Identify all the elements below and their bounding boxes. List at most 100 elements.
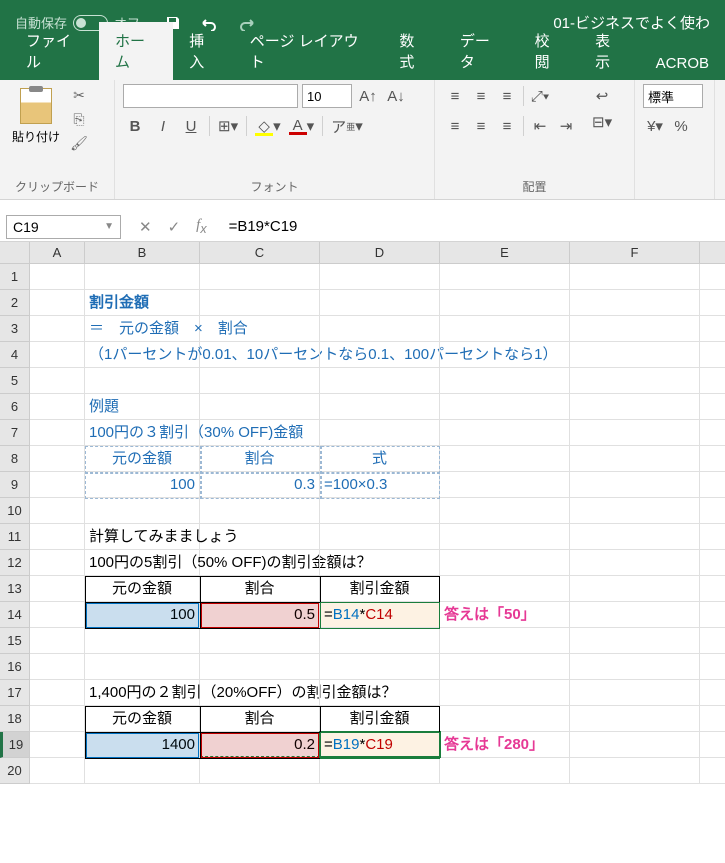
align-center-icon[interactable]: ≡ [469, 114, 493, 138]
row-header[interactable]: 8 [0, 446, 29, 472]
row-header[interactable]: 7 [0, 420, 29, 446]
align-middle-icon[interactable]: ≡ [469, 84, 493, 108]
row-header[interactable]: 3 [0, 316, 29, 342]
row-header[interactable]: 6 [0, 394, 29, 420]
cell-C9[interactable]: 0.3 [200, 472, 320, 497]
tab-formulas[interactable]: 数式 [383, 22, 444, 80]
enter-icon[interactable]: ✓ [168, 218, 181, 236]
underline-button[interactable]: U [179, 114, 203, 138]
name-box-input[interactable] [13, 219, 83, 235]
row-header[interactable]: 5 [0, 368, 29, 394]
row-header[interactable]: 14 [0, 602, 29, 628]
tab-page-layout[interactable]: ページ レイアウト [234, 22, 384, 80]
cell-B4[interactable]: （1パーセントが0.01、10パーセントなら0.1、100パーセントなら1） [85, 342, 200, 367]
percent-icon[interactable]: % [669, 114, 693, 138]
decrease-font-icon[interactable]: A↓ [384, 84, 408, 108]
merge-cells-icon[interactable]: ⊟▾ [590, 110, 614, 134]
row-header[interactable]: 1 [0, 264, 29, 290]
currency-icon[interactable]: ¥▾ [643, 114, 667, 138]
row-header[interactable]: 10 [0, 498, 29, 524]
row-header[interactable]: 9 [0, 472, 29, 498]
copy-icon[interactable]: ⎘ [68, 108, 90, 130]
fx-icon[interactable]: fx [196, 217, 206, 236]
row-header[interactable]: 20 [0, 758, 29, 784]
cell-C19[interactable]: 0.2 [200, 732, 320, 757]
cell-D13[interactable]: 割引金額 [320, 576, 440, 601]
cell-B6[interactable]: 例題 [85, 394, 200, 419]
font-color-button[interactable]: A▾ [287, 114, 317, 138]
cell-C18[interactable]: 割合 [200, 706, 320, 731]
row-header[interactable]: 17 [0, 680, 29, 706]
cell-B18[interactable]: 元の金額 [85, 706, 200, 731]
cell-B7[interactable]: 100円の３割引（30% OFF)金額 [85, 420, 200, 445]
col-header-E[interactable]: E [440, 242, 570, 263]
cell-D19[interactable]: =B19*C19 [320, 732, 440, 757]
cell-B9[interactable]: 100 [85, 472, 200, 497]
cell-B13[interactable]: 元の金額 [85, 576, 200, 601]
tab-review[interactable]: 校閲 [519, 22, 580, 80]
orientation-icon[interactable]: ⤢▾ [528, 84, 552, 108]
cells-area[interactable]: 割引金額 ＝ 元の金額 × 割合 （1パーセントが0.01、10パーセントなら0… [30, 264, 725, 784]
align-right-icon[interactable]: ≡ [495, 114, 519, 138]
name-box[interactable]: ▼ [6, 215, 121, 239]
tab-acrobat[interactable]: ACROB [640, 47, 725, 80]
tab-home[interactable]: ホーム [99, 22, 173, 80]
cancel-icon[interactable]: ✕ [139, 218, 152, 236]
row-header[interactable]: 12 [0, 550, 29, 576]
phonetic-button[interactable]: ア亜▾ [329, 114, 365, 138]
cell-E19[interactable]: 答えは「280」 [440, 732, 570, 757]
cell-B19[interactable]: 1400 [85, 732, 200, 757]
row-header[interactable]: 11 [0, 524, 29, 550]
cell-C13[interactable]: 割合 [200, 576, 320, 601]
select-all-corner[interactable] [0, 242, 30, 263]
align-top-icon[interactable]: ≡ [443, 84, 467, 108]
cell-B14[interactable]: 100 [85, 602, 200, 627]
cell-B3[interactable]: ＝ 元の金額 × 割合 [85, 316, 200, 341]
wrap-text-icon[interactable]: ↩ [590, 84, 614, 108]
font-size-select[interactable] [302, 84, 352, 108]
row-header[interactable]: 19 [0, 732, 29, 758]
cell-E14[interactable]: 答えは「50」 [440, 602, 570, 627]
row-header[interactable]: 16 [0, 654, 29, 680]
tab-view[interactable]: 表示 [579, 22, 640, 80]
row-header[interactable]: 15 [0, 628, 29, 654]
cell-D9[interactable]: =100×0.3 [320, 472, 440, 497]
cell-D14[interactable]: =B14*C14 [320, 602, 440, 627]
bold-button[interactable]: B [123, 114, 147, 138]
align-left-icon[interactable]: ≡ [443, 114, 467, 138]
format-painter-icon[interactable]: 🖌 [68, 132, 90, 154]
cut-icon[interactable]: ✂ [68, 84, 90, 106]
col-header-B[interactable]: B [85, 242, 200, 263]
tab-file[interactable]: ファイル [10, 22, 99, 80]
formula-input[interactable] [225, 218, 725, 235]
fill-color-button[interactable]: ◇▾ [253, 114, 283, 138]
cell-B11[interactable]: 計算してみまましょう [85, 524, 200, 549]
cell-C14[interactable]: 0.5 [200, 602, 320, 627]
cell-D8[interactable]: 式 [320, 446, 440, 471]
name-box-dropdown-icon[interactable]: ▼ [104, 221, 114, 232]
tab-data[interactable]: データ [444, 22, 519, 80]
increase-font-icon[interactable]: A↑ [356, 84, 380, 108]
cell-D18[interactable]: 割引金額 [320, 706, 440, 731]
number-format-select[interactable]: 標準 [643, 84, 703, 108]
cell-B12[interactable]: 100円の5割引（50% OFF)の割引金額は？ [85, 550, 200, 575]
italic-button[interactable]: I [151, 114, 175, 138]
col-header-C[interactable]: C [200, 242, 320, 263]
cell-B8[interactable]: 元の金額 [85, 446, 200, 471]
border-button[interactable]: ⊞▾ [216, 114, 240, 138]
row-header[interactable]: 4 [0, 342, 29, 368]
decrease-indent-icon[interactable]: ⇤ [528, 114, 552, 138]
increase-indent-icon[interactable]: ⇥ [554, 114, 578, 138]
row-header[interactable]: 2 [0, 290, 29, 316]
tab-insert[interactable]: 挿入 [173, 22, 234, 80]
paste-button[interactable]: 貼り付け [8, 84, 64, 149]
col-header-F[interactable]: F [570, 242, 700, 263]
cell-B2[interactable]: 割引金額 [85, 290, 200, 315]
align-bottom-icon[interactable]: ≡ [495, 84, 519, 108]
cell-C8[interactable]: 割合 [200, 446, 320, 471]
font-name-select[interactable] [123, 84, 298, 108]
cell-B17[interactable]: 1,400円の２割引（20%OFF）の割引金額は？ [85, 680, 200, 705]
col-header-A[interactable]: A [30, 242, 85, 263]
row-header[interactable]: 13 [0, 576, 29, 602]
col-header-D[interactable]: D [320, 242, 440, 263]
